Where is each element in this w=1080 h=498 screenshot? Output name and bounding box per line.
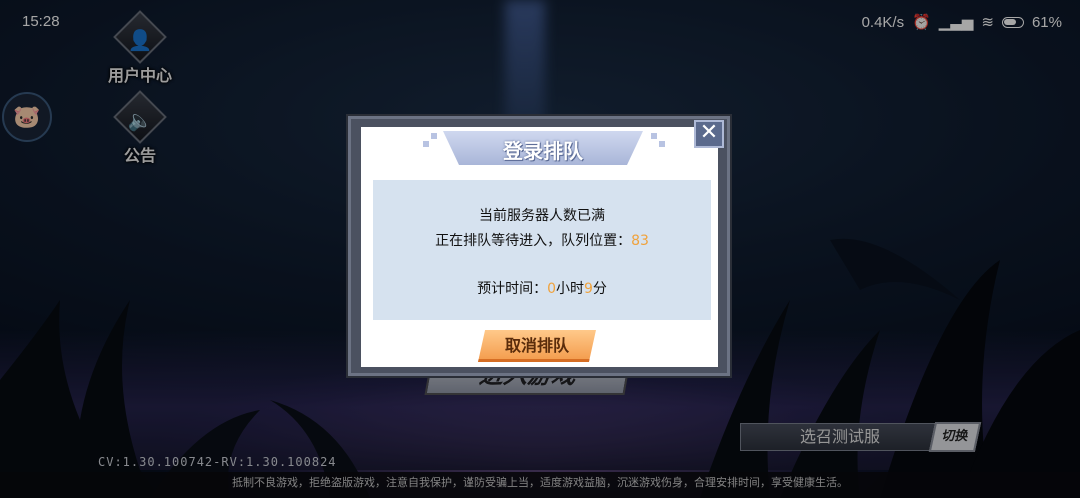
estimated-time-label: 预计时间： (477, 281, 548, 297)
message-box: 当前服务器人数已满 正在排队等待进入，队列位置：83 预计时间：0小时9分 (373, 180, 711, 320)
estimated-time-line: 预计时间：0小时9分 (373, 278, 711, 298)
dialog-body: 登录排队 当前服务器人数已满 正在排队等待进入，队列位置：83 预计时间：0小时… (361, 127, 718, 367)
queue-dialog: 登录排队 当前服务器人数已满 正在排队等待进入，队列位置：83 预计时间：0小时… (348, 116, 730, 376)
queue-position-line: 正在排队等待进入，队列位置：83 (373, 230, 711, 250)
minutes-value: 9 (584, 281, 593, 297)
pixel-decor (651, 133, 657, 139)
hours-value: 0 (547, 281, 556, 297)
minutes-unit: 分 (592, 281, 607, 297)
queue-position-label: 正在排队等待进入，队列位置： (435, 233, 632, 249)
pixel-decor (659, 141, 665, 147)
pixel-decor (431, 133, 437, 139)
queue-position-value: 83 (631, 233, 649, 249)
cancel-queue-button[interactable]: 取消排队 (478, 330, 596, 362)
server-full-text: 当前服务器人数已满 (479, 208, 605, 224)
close-icon[interactable]: ✕ (694, 120, 724, 148)
pixel-decor (423, 141, 429, 147)
dialog-title: 登录排队 (503, 139, 583, 163)
hours-unit: 小时 (556, 281, 584, 297)
